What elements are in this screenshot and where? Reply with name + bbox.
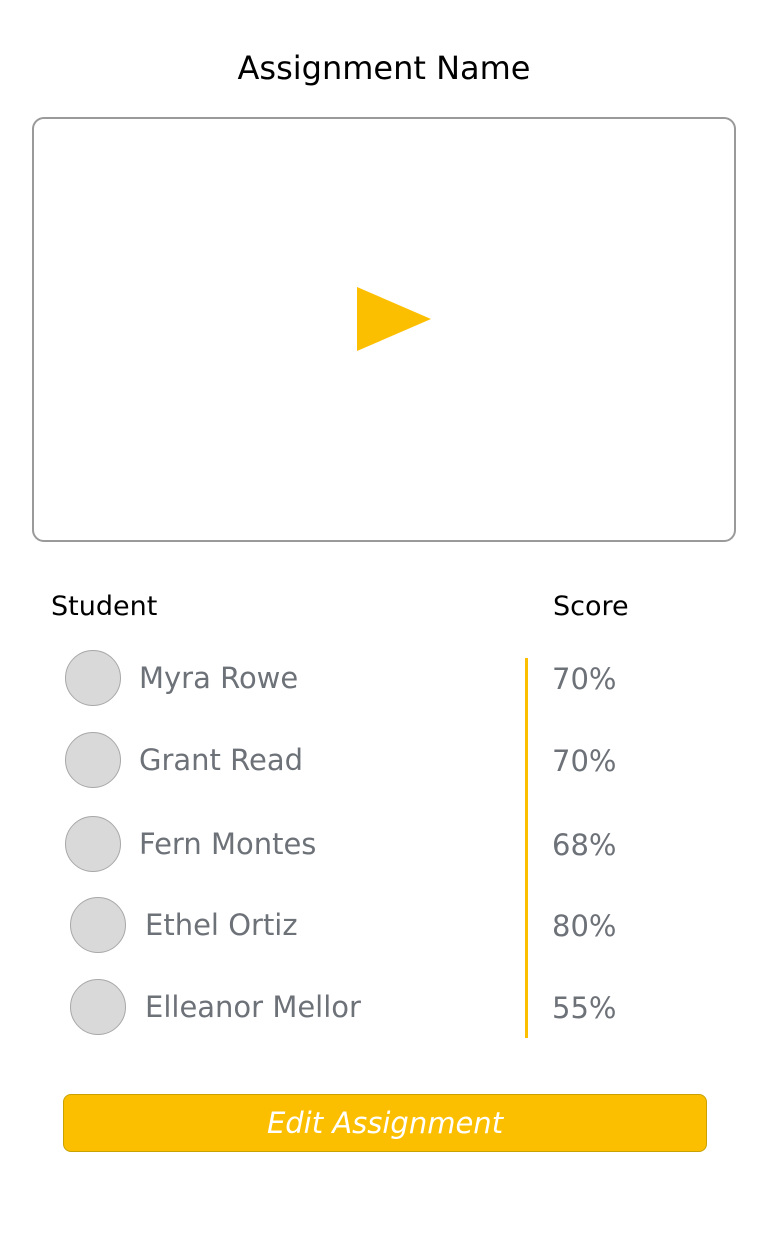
avatar [70, 979, 126, 1035]
student-name: Ethel Ortiz [145, 908, 298, 942]
student-column-header: Student [51, 591, 158, 622]
student-score: 80% [552, 909, 617, 943]
avatar [65, 732, 121, 788]
table-row[interactable]: Elleanor Mellor 55% [0, 979, 768, 1039]
assignment-title: Assignment Name [237, 49, 531, 87]
student-name: Myra Rowe [139, 661, 299, 695]
student-name: Grant Read [139, 743, 304, 777]
student-name: Fern Montes [139, 827, 317, 861]
avatar [70, 897, 126, 953]
student-score: 70% [552, 662, 617, 696]
table-row[interactable]: Ethel Ortiz 80% [0, 897, 768, 957]
video-player[interactable] [32, 117, 736, 542]
table-row[interactable]: Myra Rowe 70% [0, 650, 768, 710]
score-column-header: Score [553, 591, 629, 622]
edit-assignment-button[interactable]: Edit Assignment [63, 1094, 707, 1152]
table-row[interactable]: Grant Read 70% [0, 732, 768, 792]
student-score: 68% [552, 828, 617, 862]
student-score: 70% [552, 744, 617, 778]
play-triangle-icon [357, 287, 431, 351]
play-button[interactable] [354, 281, 434, 357]
avatar [65, 816, 121, 872]
avatar [65, 650, 121, 706]
student-score: 55% [552, 991, 617, 1025]
student-name: Elleanor Mellor [145, 990, 361, 1024]
table-row[interactable]: Fern Montes 68% [0, 816, 768, 876]
